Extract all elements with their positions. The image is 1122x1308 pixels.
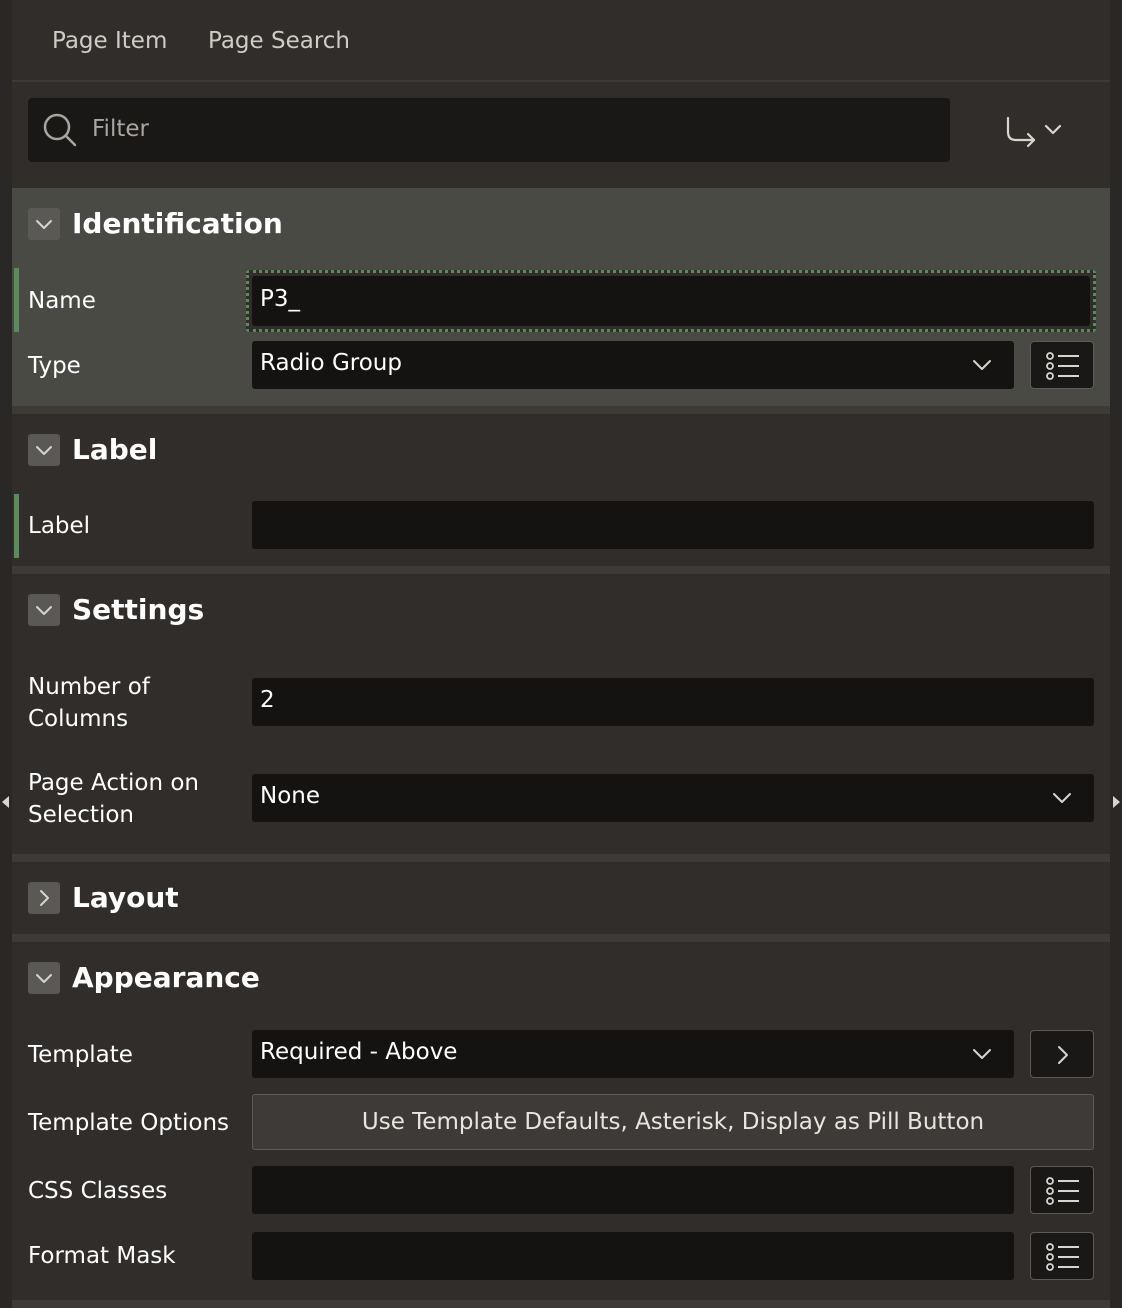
type-value: Radio Group	[260, 350, 402, 376]
name-label: Name	[28, 288, 96, 314]
name-value: P3_	[260, 286, 301, 312]
go-to-group-icon	[1006, 116, 1062, 148]
go-to-template-button[interactable]	[1030, 1030, 1094, 1078]
label-line: Page Action on	[28, 770, 199, 796]
template-value: Required - Above	[260, 1039, 458, 1065]
page-action-select[interactable]: None	[252, 774, 1094, 822]
list-icon	[1046, 1177, 1079, 1205]
page-action-label: Page Action on Selection	[28, 767, 199, 831]
format-mask-list-button[interactable]	[1030, 1232, 1094, 1280]
expand-toggle[interactable]	[28, 882, 60, 914]
chevron-down-icon	[36, 606, 52, 615]
format-mask-label: Format Mask	[28, 1243, 176, 1269]
list-icon	[1046, 1243, 1079, 1271]
template-options-label: Template Options	[28, 1110, 230, 1136]
columns-value: 2	[260, 687, 275, 713]
collapse-toggle[interactable]	[28, 594, 60, 626]
template-options-button[interactable]: Use Template Defaults, Asterisk, Display…	[252, 1094, 1094, 1150]
section-divider	[12, 1300, 1110, 1308]
label-line: Selection	[28, 802, 134, 828]
type-list-button[interactable]	[1030, 341, 1094, 389]
section-title: Layout	[72, 881, 179, 914]
template-label: Template	[28, 1042, 133, 1068]
appearance-section: Appearance Template Required - Above Tem…	[12, 942, 1110, 1308]
tab-bar: Page Item Page Search	[12, 0, 1110, 82]
number-of-columns-label: Number of Columns	[28, 671, 150, 735]
format-mask-input[interactable]	[252, 1232, 1014, 1280]
layout-section: Layout	[12, 862, 1110, 934]
section-divider	[12, 406, 1110, 414]
section-divider	[12, 854, 1110, 862]
chevron-down-icon	[973, 360, 991, 370]
go-to-group-button[interactable]	[1000, 110, 1070, 154]
section-title: Label	[72, 433, 158, 466]
label-line: Columns	[28, 706, 129, 732]
collapse-toggle[interactable]	[28, 434, 60, 466]
filter-input[interactable]: Filter	[28, 98, 950, 162]
tab-page-item[interactable]: Page Item	[52, 28, 167, 54]
identification-section: Identification Name P3_ Type Radio Group	[12, 188, 1110, 406]
chevron-down-icon	[1053, 793, 1071, 803]
label-section: Label Label	[12, 414, 1110, 566]
list-icon	[1046, 352, 1079, 380]
action-value: None	[260, 783, 321, 809]
section-title: Settings	[72, 593, 205, 626]
chevron-down-icon	[973, 1049, 991, 1059]
chevron-right-icon	[40, 890, 49, 906]
required-indicator	[14, 268, 19, 332]
search-icon	[43, 113, 77, 147]
tab-page-search[interactable]: Page Search	[208, 28, 350, 54]
left-collapse-edge[interactable]	[0, 0, 12, 1308]
right-collapse-edge[interactable]	[1110, 0, 1122, 1308]
property-editor-panel: Page Item Page Search Filter Identificat…	[12, 0, 1110, 1308]
collapse-right-arrow-icon[interactable]	[1113, 796, 1120, 808]
chevron-right-icon	[1058, 1046, 1068, 1064]
section-divider	[12, 566, 1110, 574]
chevron-down-icon	[36, 446, 52, 455]
type-label: Type	[28, 353, 81, 379]
chevron-down-icon	[36, 220, 52, 229]
required-indicator	[14, 494, 19, 558]
css-classes-input[interactable]	[252, 1166, 1014, 1214]
number-of-columns-input[interactable]: 2	[252, 678, 1094, 726]
template-select[interactable]: Required - Above	[252, 1030, 1014, 1078]
chevron-down-icon	[36, 974, 52, 983]
label-label: Label	[28, 513, 91, 539]
section-divider	[12, 934, 1110, 942]
name-field[interactable]: P3_	[252, 276, 1090, 326]
label-input[interactable]	[252, 501, 1094, 549]
section-title: Identification	[72, 207, 283, 240]
name-field-focus: P3_	[246, 270, 1096, 332]
type-select[interactable]: Radio Group	[252, 341, 1014, 389]
collapse-left-arrow-icon[interactable]	[2, 796, 9, 808]
collapse-toggle[interactable]	[28, 208, 60, 240]
settings-section: Settings Number of Columns 2 Page Action…	[12, 574, 1110, 854]
section-title: Appearance	[72, 961, 260, 994]
filter-placeholder: Filter	[92, 116, 149, 142]
collapse-toggle[interactable]	[28, 962, 60, 994]
css-classes-list-button[interactable]	[1030, 1166, 1094, 1214]
label-line: Number of	[28, 674, 150, 700]
css-classes-label: CSS Classes	[28, 1178, 168, 1204]
